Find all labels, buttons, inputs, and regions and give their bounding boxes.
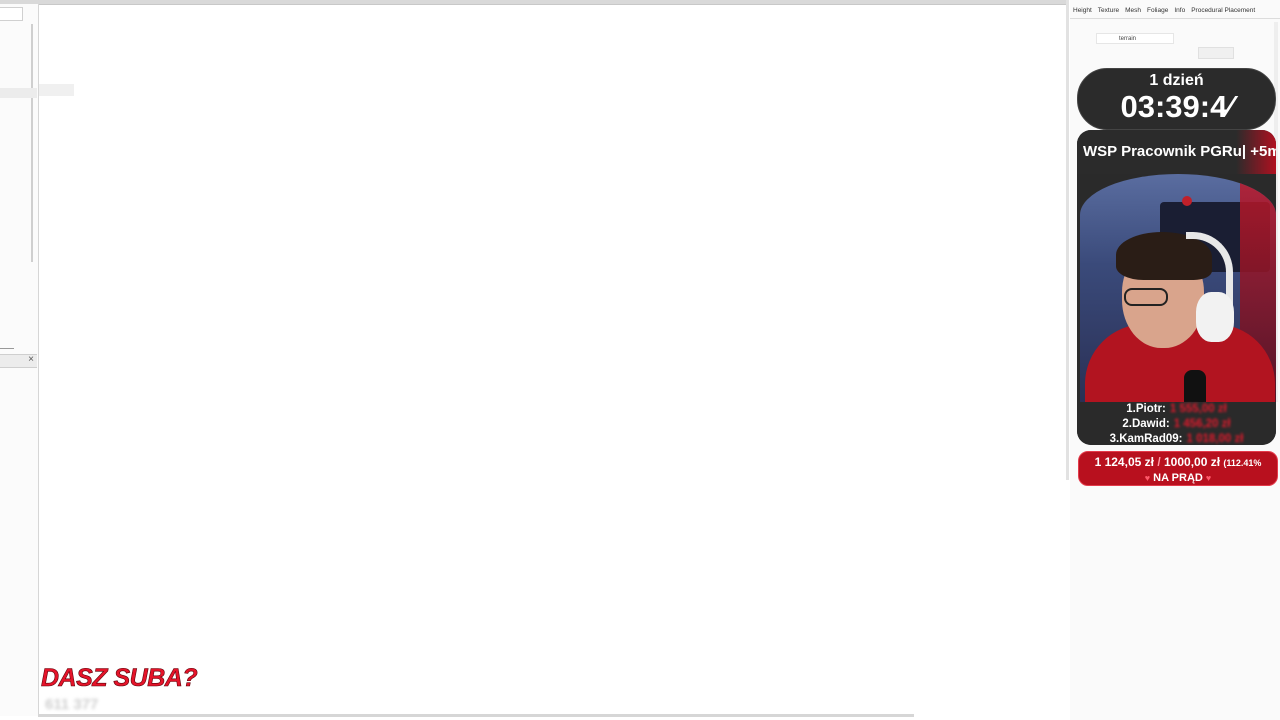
leaderboard-name: 2.Dawid: xyxy=(1122,418,1170,430)
donation-goal: 1 124,05 zł / 1000,00 zł (112.41% ♥ NA P… xyxy=(1078,451,1278,486)
tab-foliage[interactable]: Foliage xyxy=(1144,5,1171,18)
leaderboard-amount: 1 555,00 zł xyxy=(1169,403,1227,415)
left-panel-selected-row[interactable] xyxy=(0,88,37,98)
goal-label-row: ♥ NA PRĄD ♥ xyxy=(1079,471,1277,485)
leaderboard-row: 3.KamRad09: 1 018,00 zł xyxy=(1077,432,1276,445)
terrain-field[interactable]: terrain xyxy=(1096,33,1174,44)
left-panel-divider xyxy=(0,348,14,349)
tab-texture[interactable]: Texture xyxy=(1095,5,1122,18)
main-viewport[interactable] xyxy=(39,5,1066,716)
glasses-icon xyxy=(1124,288,1168,306)
goal-current: 1 124,05 zł xyxy=(1094,455,1154,469)
timer-time: 03:39:4⁄ xyxy=(1120,89,1233,124)
left-panel-scrollbar[interactable] xyxy=(31,24,33,262)
close-icon[interactable]: × xyxy=(28,354,34,365)
tab-info[interactable]: Info xyxy=(1171,5,1188,18)
tab-height[interactable]: Height xyxy=(1070,5,1095,18)
headset-icon xyxy=(1196,292,1234,342)
left-panel-input[interactable] xyxy=(0,7,23,21)
webcam-card: WSP Pracownik PGRu| +5min 1.Piotr: 1 555,… xyxy=(1077,130,1276,445)
goal-percent: (112.41% xyxy=(1223,458,1262,468)
heart-icon: ♥ xyxy=(1144,473,1151,483)
goal-progress: 1 124,05 zł / 1000,00 zł (112.41% xyxy=(1079,454,1277,471)
panel-splitter[interactable] xyxy=(1066,0,1069,480)
goal-separator: / xyxy=(1157,455,1161,469)
heart-icon: ♥ xyxy=(1205,473,1212,483)
timer-days: 1 dzień xyxy=(1149,72,1204,89)
webcam-feed xyxy=(1080,174,1276,402)
background-light xyxy=(1182,196,1192,206)
microphone-icon xyxy=(1184,370,1206,402)
left-panel-header: × xyxy=(0,354,37,368)
leaderboard-name: 1.Piotr: xyxy=(1126,403,1166,415)
leaderboard-amount: 1 018,00 zł xyxy=(1186,433,1244,445)
leaderboard-row: 2.Dawid: 1 456,20 zł xyxy=(1077,417,1276,432)
leaderboard-name: 3.KamRad09: xyxy=(1109,433,1183,445)
tab-procedural-placement[interactable]: Procedural Placement xyxy=(1188,5,1258,18)
donation-leaderboard: 1.Piotr: 1 555,00 zł 2.Dawid: 1 456,20 zł … xyxy=(1077,402,1276,445)
landscape-tabs: Height Texture Mesh Foliage Info Procedu… xyxy=(1070,5,1280,19)
bottom-status-bar xyxy=(38,714,914,717)
event-ticker: WSP Pracownik PGRu| +5min xyxy=(1077,130,1276,174)
left-panel: × xyxy=(0,4,39,716)
viewport-row xyxy=(39,84,74,96)
panel-button[interactable] xyxy=(1198,47,1234,59)
subscribe-callout: DASZ SUBA? xyxy=(41,664,198,693)
leaderboard-row: 1.Piotr: 1 555,00 zł xyxy=(1077,402,1276,417)
tab-mesh[interactable]: Mesh xyxy=(1122,5,1144,18)
subscriber-count: 611 377 xyxy=(45,696,99,713)
goal-target: 1000,00 zł xyxy=(1164,455,1221,469)
subathon-timer: 1 dzień 03:39:4⁄ xyxy=(1077,68,1276,130)
leaderboard-amount: 1 456,20 zł xyxy=(1173,418,1231,430)
goal-label: NA PRĄD xyxy=(1153,472,1203,484)
